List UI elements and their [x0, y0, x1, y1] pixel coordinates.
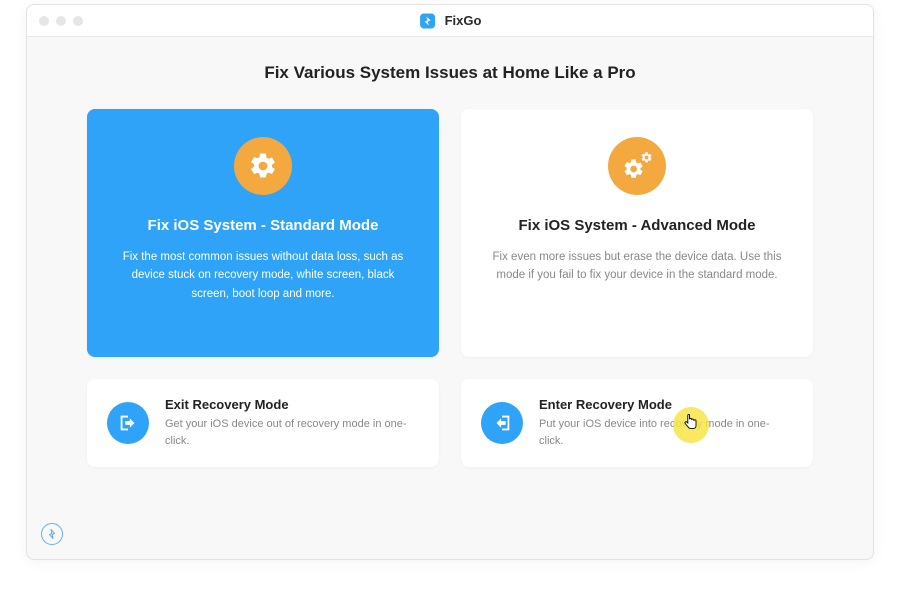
window-controls [39, 16, 83, 26]
app-name: FixGo [445, 13, 482, 28]
exit-icon [107, 402, 149, 444]
titlebar: FixGo [27, 5, 873, 37]
enter-recovery-desc: Put your iOS device into recovery mode i… [539, 416, 793, 449]
app-logo-icon [419, 12, 437, 30]
exit-recovery-card[interactable]: Exit Recovery Mode Get your iOS device o… [87, 379, 439, 467]
close-window-button[interactable] [39, 16, 49, 26]
action-cards-row: Exit Recovery Mode Get your iOS device o… [87, 379, 813, 467]
enter-recovery-title: Enter Recovery Mode [539, 397, 793, 412]
app-window: FixGo Fix Various System Issues at Home … [26, 4, 874, 560]
exit-recovery-text: Exit Recovery Mode Get your iOS device o… [165, 397, 419, 449]
enter-icon [481, 402, 523, 444]
mode-cards-grid: Fix iOS System - Standard Mode Fix the m… [87, 109, 813, 357]
page-title: Fix Various System Issues at Home Like a… [87, 63, 813, 83]
gears-icon [608, 137, 666, 195]
exit-recovery-title: Exit Recovery Mode [165, 397, 419, 412]
maximize-window-button[interactable] [73, 16, 83, 26]
main-content: Fix Various System Issues at Home Like a… [27, 37, 873, 467]
standard-mode-desc: Fix the most common issues without data … [113, 248, 413, 303]
standard-mode-title: Fix iOS System - Standard Mode [148, 217, 379, 234]
advanced-mode-card[interactable]: Fix iOS System - Advanced Mode Fix even … [461, 109, 813, 357]
titlebar-title: FixGo [419, 12, 482, 30]
minimize-window-button[interactable] [56, 16, 66, 26]
enter-recovery-card[interactable]: Enter Recovery Mode Put your iOS device … [461, 379, 813, 467]
advanced-mode-desc: Fix even more issues but erase the devic… [487, 248, 787, 285]
advanced-mode-title: Fix iOS System - Advanced Mode [518, 217, 755, 234]
standard-mode-card[interactable]: Fix iOS System - Standard Mode Fix the m… [87, 109, 439, 357]
help-button[interactable] [41, 523, 63, 545]
enter-recovery-text: Enter Recovery Mode Put your iOS device … [539, 397, 793, 449]
exit-recovery-desc: Get your iOS device out of recovery mode… [165, 416, 419, 449]
gear-icon [234, 137, 292, 195]
